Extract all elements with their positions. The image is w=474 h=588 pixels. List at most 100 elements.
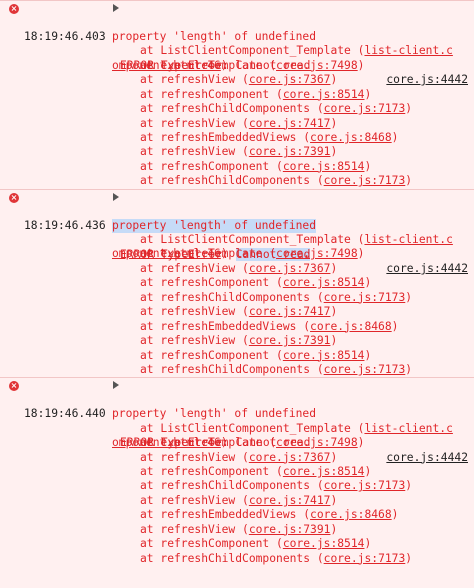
stack-function: executeTemplate	[160, 247, 263, 261]
stack-frame: at refreshView (core.js:7367)	[140, 261, 338, 275]
stack-function: refreshChildComponents	[160, 290, 311, 304]
stack-frame-row: at refreshChildComponents (core.js:7173)	[0, 552, 474, 566]
stack-function: refreshEmbeddedViews	[160, 130, 297, 144]
stack-frame-row: at refreshView (core.js:7367)	[0, 451, 474, 465]
expand-triangle-icon[interactable]	[113, 192, 119, 201]
stack-frame: at refreshView (core.js:7417)	[140, 305, 338, 319]
stack-frame-row: at refreshComponent (core.js:8514)	[0, 349, 474, 363]
stack-frame-row: at refreshChildComponents (core.js:7173)	[0, 363, 474, 377]
stack-frame: at refreshComponent (core.js:8514)	[140, 537, 372, 551]
expand-triangle-icon[interactable]	[113, 381, 119, 390]
stack-frame-link[interactable]: core.js:7417	[249, 305, 331, 318]
stack-frame-link[interactable]: core.js:7498	[276, 59, 358, 72]
stack-function: refreshComponent	[160, 87, 270, 101]
stack-frame: at refreshView (core.js:7367)	[140, 73, 338, 87]
stack-frame: at refreshComponent (core.js:8514)	[140, 159, 372, 173]
stack-frame-row: at ListClientComponent_Template (list-cl…	[0, 30, 474, 57]
stack-frame-row: at refreshChildComponents (core.js:7173)	[0, 479, 474, 493]
stack-frame-link[interactable]: core.js:8514	[283, 276, 365, 289]
stack-frame-link[interactable]: core.js:7367	[249, 262, 331, 275]
stack-function: refreshChildComponents	[160, 174, 311, 188]
stack-frame: at refreshChildComponents (core.js:7173)	[140, 362, 413, 376]
stack-frame-link[interactable]: core.js:7173	[324, 363, 406, 376]
stack-frame-row: at refreshView (core.js:7367)	[0, 262, 474, 276]
stack-frame: at refreshChildComponents (core.js:7173)	[140, 290, 413, 304]
stack-frame: at executeTemplate (core.js:7498)	[140, 247, 365, 261]
stack-frame-link[interactable]: core.js:7391	[249, 145, 331, 158]
stack-function: refreshView	[160, 73, 236, 87]
stack-frame-link[interactable]: core.js:8514	[283, 88, 365, 101]
stack-frame-row: at refreshView (core.js:7367)	[0, 73, 474, 87]
stack-frame: at executeTemplate (core.js:7498)	[140, 58, 365, 72]
stack-function: executeTemplate	[160, 58, 263, 72]
stack-frame: at refreshChildComponents (core.js:7173)	[140, 479, 413, 493]
stack-function: refreshView	[160, 145, 236, 159]
stack-frame-link[interactable]: core.js:8514	[283, 160, 365, 173]
stack-frame: at refreshView (core.js:7367)	[140, 450, 338, 464]
stack-function: executeTemplate	[160, 436, 263, 450]
stack-frame-row: at refreshView (core.js:7417)	[0, 117, 474, 131]
console-error-entry: × 18:19:46.403 ERROR TypeError: Cannot r…	[0, 0, 474, 189]
stack-frame-link[interactable]: core.js:7391	[249, 334, 331, 347]
stack-frame-row: at ListClientComponent_Template (list-cl…	[0, 219, 474, 246]
stack-frame-link[interactable]: core.js:7173	[324, 552, 406, 565]
console-panel: × at ( ) × 18:19:46.403 ERROR TypeError:…	[0, 0, 474, 588]
expand-triangle-icon[interactable]	[113, 4, 119, 12]
stack-frame-row: at refreshEmbeddedViews (core.js:8468)	[0, 131, 474, 145]
stack-frame-link[interactable]: core.js:8468	[310, 320, 392, 333]
stack-frame-row: at refreshEmbeddedViews (core.js:8468)	[0, 320, 474, 334]
stack-frame-link[interactable]: core.js:7173	[324, 174, 406, 187]
stack-frame-link[interactable]: core.js:8468	[310, 508, 392, 521]
stack-frame-row: at refreshComponent (core.js:8514)	[0, 88, 474, 102]
stack-function: refreshView	[160, 493, 236, 507]
stack-frame-row: at refreshEmbeddedViews (core.js:8468)	[0, 508, 474, 522]
stack-frames: at executeTemplate (core.js:7498) at refr…	[0, 247, 474, 377]
stack-frames: at executeTemplate (core.js:7498) at refr…	[0, 436, 474, 566]
entry-message-row: property 'length' of undefined	[0, 15, 474, 43]
stack-frame-row: at refreshChildComponents (core.js:7173)	[0, 291, 474, 305]
stack-function: refreshChildComponents	[160, 362, 311, 376]
stack-function: refreshView	[160, 305, 236, 319]
stack-frame-link[interactable]: core.js:7173	[324, 102, 406, 115]
stack-frame-link[interactable]: core.js:7367	[249, 451, 331, 464]
stack-frame: at refreshView (core.js:7391)	[140, 145, 338, 159]
stack-frame-link[interactable]: core.js:7391	[249, 523, 331, 536]
stack-frame-link[interactable]: core.js:7173	[324, 291, 406, 304]
stack-frame: at refreshEmbeddedViews (core.js:8468)	[140, 508, 399, 522]
stack-frame: at refreshView (core.js:7391)	[140, 522, 338, 536]
stack-frames: at executeTemplate (core.js:7498) at refr…	[0, 59, 474, 189]
console-error-entry: × 18:19:46.440 ERROR TypeError: Cannot r…	[0, 377, 474, 567]
stack-frame-link[interactable]: core.js:8514	[283, 465, 365, 478]
stack-frame-link[interactable]: core.js:7417	[249, 494, 331, 507]
stack-frame-row-wrap: omponent.html:46)	[0, 422, 474, 449]
stack-frame-row: at executeTemplate (core.js:7498)	[0, 59, 474, 73]
error-circle-icon: ×	[9, 4, 19, 14]
stack-frame-link[interactable]: core.js:7498	[276, 436, 358, 449]
stack-function: refreshView	[160, 522, 236, 536]
stack-frame-row: at refreshView (core.js:7391)	[0, 145, 474, 159]
stack-frame-row-wrap: omponent.html:46)	[0, 44, 474, 72]
stack-function: refreshEmbeddedViews	[160, 319, 297, 333]
stack-frame-link[interactable]: core.js:7367	[249, 73, 331, 86]
stack-frame: at refreshChildComponents (core.js:7173)	[140, 551, 413, 565]
stack-frame-row: at refreshView (core.js:7417)	[0, 494, 474, 508]
entry-header-row: × 18:19:46.440 ERROR TypeError: Cannot r…	[0, 378, 474, 464]
stack-frame: at refreshEmbeddedViews (core.js:8468)	[140, 319, 399, 333]
stack-frame-link[interactable]: core.js:7498	[276, 247, 358, 260]
stack-frame-row: at refreshChildComponents (core.js:7173)	[0, 102, 474, 116]
stack-frame-row: at refreshComponent (core.js:8514)	[0, 160, 474, 174]
stack-frame-link[interactable]: core.js:8514	[283, 537, 365, 550]
error-circle-icon: ×	[9, 381, 19, 392]
stack-frame: at refreshComponent (core.js:8514)	[140, 87, 372, 101]
stack-frame-link[interactable]: core.js:7417	[249, 117, 331, 130]
stack-function: refreshComponent	[160, 159, 270, 173]
stack-function: refreshView	[160, 116, 236, 130]
stack-function: refreshView	[160, 261, 236, 275]
stack-frame-link[interactable]: core.js:8514	[283, 349, 365, 362]
stack-frame-link[interactable]: core.js:7173	[324, 479, 406, 492]
entry-header-row: × 18:19:46.403 ERROR TypeError: Cannot r…	[0, 1, 474, 86]
error-circle-icon: ×	[9, 192, 19, 203]
stack-frame-link[interactable]: core.js:8468	[310, 131, 392, 144]
entry-message-row: property 'length' of undefined	[0, 204, 474, 234]
stack-frame: at refreshComponent (core.js:8514)	[140, 348, 372, 362]
